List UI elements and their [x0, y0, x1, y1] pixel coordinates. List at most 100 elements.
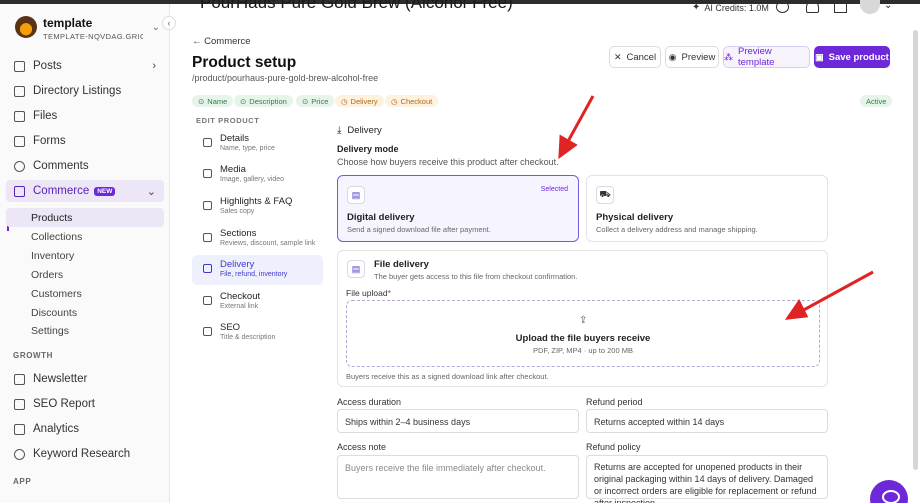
support-chat-button[interactable]	[870, 480, 908, 503]
download-icon: ⤓	[337, 125, 342, 136]
product-path: /product/pourhaus-pure-gold-brew-alcohol…	[192, 73, 379, 83]
report-icon	[14, 398, 25, 410]
sidebar-item-forms[interactable]: Forms	[6, 130, 164, 152]
step-highlights-faq[interactable]: Highlights & FAQ Sales copy	[192, 192, 323, 222]
sidebar-collapse-button[interactable]: ‹	[162, 16, 176, 30]
access-duration-input[interactable]: Ships within 2–4 business days	[337, 409, 579, 433]
bell-icon[interactable]	[806, 1, 819, 13]
chip-delivery: ◷ Delivery	[335, 95, 384, 107]
check-circle-icon: ⊙	[302, 96, 309, 106]
delivery-mode-help: Choose how buyers receive this product a…	[337, 157, 559, 167]
sidebar-sub-discounts[interactable]: Discounts	[6, 303, 164, 322]
access-note-textarea[interactable]: Buyers receive the file immediately afte…	[337, 455, 579, 499]
access-duration-label: Access duration	[337, 397, 402, 407]
delivery-mode-label: Delivery mode	[337, 144, 399, 154]
sidebar-item-keyword-research[interactable]: Keyword Research	[6, 443, 164, 465]
sidebar-sub-collections[interactable]: Collections	[6, 227, 164, 246]
access-note-label: Access note	[337, 442, 387, 452]
store-icon[interactable]	[834, 1, 847, 13]
clock-icon: ◷	[391, 96, 398, 106]
folder-icon	[14, 110, 25, 122]
step-delivery[interactable]: Delivery File, refund, inventory	[192, 255, 323, 285]
clock-icon: ◷	[341, 96, 348, 106]
save-product-button[interactable]: ▣ Save product	[814, 46, 890, 68]
save-icon: ▣	[815, 51, 824, 62]
document-icon	[14, 60, 25, 72]
step-media[interactable]: Media Image, gallery, video	[192, 160, 323, 190]
preview-button[interactable]: ◉ Preview	[665, 46, 719, 68]
analytics-icon	[14, 423, 25, 435]
sidebar: template TEMPLATE-NQVDAG.GRIGOR... ⌄ Pos…	[0, 4, 170, 503]
status-badge: Active	[860, 95, 893, 107]
close-icon: ✕	[613, 51, 622, 62]
workspace-subtitle: TEMPLATE-NQVDAG.GRIGOR...	[43, 32, 143, 41]
sparkle-icon	[203, 201, 212, 210]
template-icon: ⁂	[724, 51, 733, 62]
sidebar-item-posts[interactable]: Posts ›	[6, 55, 164, 77]
refund-period-input[interactable]: Returns accepted within 14 days	[586, 409, 828, 433]
chevron-right-icon: ›	[152, 60, 156, 72]
sidebar-item-files[interactable]: Files	[6, 105, 164, 127]
new-badge: NEW	[94, 186, 116, 196]
step-sections[interactable]: Sections Reviews, discount, sample link	[192, 224, 323, 254]
workspace-name: template	[43, 16, 93, 30]
file-upload-note: Buyers receive this as a signed download…	[346, 372, 549, 381]
chip-checkout: ◷ Checkout	[385, 95, 439, 107]
step-checkout[interactable]: Checkout External link	[192, 287, 323, 317]
section-label-growth: GROWTH	[13, 351, 54, 360]
code-icon	[203, 327, 212, 336]
sidebar-item-seo-report[interactable]: SEO Report	[6, 393, 164, 415]
workspace-switcher[interactable]: template TEMPLATE-NQVDAG.GRIGOR... ⌄	[12, 12, 162, 46]
preview-template-button[interactable]: ⁂ Preview template	[723, 46, 810, 68]
sidebar-item-commerce[interactable]: Commerce NEW ⌄	[6, 180, 164, 202]
page-title: Product setup	[192, 54, 297, 71]
section-label-app: APP	[13, 477, 32, 486]
sidebar-item-newsletter[interactable]: Newsletter	[6, 368, 164, 390]
sparkle-icon: ✦	[692, 2, 701, 13]
sidebar-item-directory-listings[interactable]: Directory Listings	[6, 80, 164, 102]
sidebar-item-comments[interactable]: Comments	[6, 155, 164, 177]
page-heading: PourHaus Pure Gold Brew (Alcohol-Free)	[200, 0, 513, 12]
step-details[interactable]: Details Name, type, price	[192, 129, 323, 159]
annotation-arrow	[558, 95, 595, 160]
step-seo[interactable]: SEO Title & description	[192, 318, 323, 348]
file-upload-label: File upload*	[346, 288, 391, 298]
workspace-logo	[15, 16, 37, 38]
avatar[interactable]	[860, 0, 880, 14]
refund-period-label: Refund period	[586, 397, 643, 407]
chip-description: ⊙ Description	[234, 95, 293, 107]
edit-product-label: EDIT PRODUCT	[196, 116, 260, 125]
sidebar-sub-orders[interactable]: Orders	[6, 265, 164, 284]
sidebar-item-analytics[interactable]: Analytics	[6, 418, 164, 440]
form-icon	[14, 135, 25, 147]
refund-policy-textarea[interactable]: Returns are accepted for unopened produc…	[586, 455, 828, 503]
selected-tag: Selected	[540, 186, 568, 193]
image-icon	[203, 169, 212, 178]
sidebar-sub-settings[interactable]: Settings	[6, 321, 164, 340]
sidebar-sub-products[interactable]: Products	[6, 208, 164, 227]
sidebar-sub-inventory[interactable]: Inventory	[6, 246, 164, 265]
physical-delivery-option[interactable]: ⛟ Physical delivery Collect a delivery a…	[586, 175, 828, 242]
chip-price: ⊙ Price	[296, 95, 335, 107]
ai-credits[interactable]: ✦ AI Credits: 1.0M	[692, 2, 769, 13]
sections-icon	[203, 233, 212, 242]
file-delivery-card: ▤ File delivery The buyer gets access to…	[337, 250, 828, 387]
chevron-down-icon: ⌄	[146, 185, 156, 198]
file-icon: ▤	[347, 260, 365, 278]
digital-delivery-option[interactable]: ▤ Selected Digital delivery Send a signe…	[337, 175, 579, 242]
chat-icon[interactable]	[776, 1, 789, 13]
file-upload-dropzone[interactable]: ⇪ Upload the file buyers receive PDF, ZI…	[346, 300, 820, 367]
search-icon	[14, 448, 25, 460]
cart-icon	[14, 185, 25, 197]
cancel-button[interactable]: ✕ Cancel	[609, 46, 661, 68]
chevron-updown-icon: ⌄	[151, 22, 160, 33]
back-link[interactable]: ← Commerce	[192, 36, 251, 47]
list-icon	[14, 85, 25, 97]
chevron-down-icon[interactable]: ⌄	[884, 0, 892, 11]
truck-icon: ⛟	[596, 186, 614, 204]
scrollbar[interactable]	[913, 30, 918, 470]
card-icon	[203, 296, 212, 305]
upload-file-icon: ⇪	[579, 315, 588, 326]
check-circle-icon: ⊙	[240, 96, 247, 106]
sidebar-sub-customers[interactable]: Customers	[6, 284, 164, 303]
